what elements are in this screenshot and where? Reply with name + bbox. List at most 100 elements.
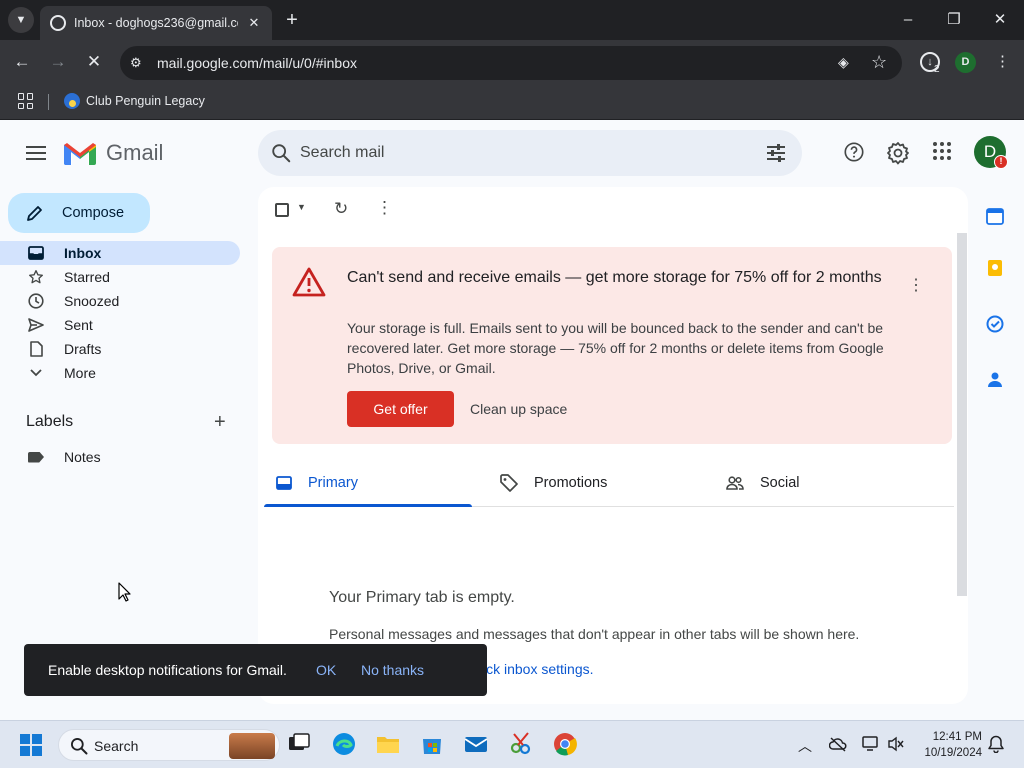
microsoft-store-icon[interactable] — [419, 731, 445, 757]
chrome-browser-icon[interactable] — [552, 731, 578, 757]
mail-nav: Inbox Starred Snoozed Sent Drafts More — [0, 241, 256, 385]
gmail-logo[interactable]: Gmail — [64, 140, 163, 166]
create-label-icon[interactable]: + — [214, 411, 226, 434]
edge-browser-icon[interactable] — [331, 731, 357, 757]
snipping-tool-icon[interactable] — [508, 731, 534, 757]
apps-shortcut-icon[interactable] — [18, 93, 34, 109]
tab-promotions[interactable]: Promotions — [500, 459, 607, 507]
toast-message: Enable desktop notifications for Gmail. — [48, 662, 287, 678]
label-tag-icon — [28, 451, 44, 463]
search-bar[interactable] — [258, 130, 802, 176]
back-button[interactable]: ← — [11, 51, 33, 73]
tab-social[interactable]: Social — [726, 459, 800, 507]
site-info-icon[interactable]: ⚙ — [130, 55, 142, 71]
address-bar[interactable]: ⚙ mail.google.com/mail/u/0/#inbox ◈ ☆ — [120, 46, 902, 80]
new-tab-button[interactable]: + — [282, 9, 302, 31]
refresh-icon[interactable]: ↻ — [334, 199, 348, 219]
tab-label: Promotions — [534, 475, 608, 491]
main-menu-icon[interactable] — [26, 146, 46, 160]
tab-label: Social — [760, 475, 800, 491]
storage-full-banner: Can't send and receive emails — get more… — [272, 247, 952, 444]
gmail-favicon-icon — [50, 15, 66, 31]
search-icon — [71, 738, 88, 755]
onedrive-icon[interactable] — [829, 736, 847, 752]
draft-icon — [28, 341, 44, 357]
settings-gear-icon[interactable] — [886, 141, 910, 165]
clean-up-space-button[interactable]: Clean up space — [470, 401, 567, 417]
tab-primary[interactable]: Primary — [276, 459, 358, 507]
browser-profile-avatar[interactable]: D — [955, 52, 976, 73]
tag-icon — [500, 474, 518, 492]
forward-button[interactable]: → — [47, 51, 69, 73]
banner-body: Your storage is full. Emails sent to you… — [347, 320, 884, 376]
tab-title: Inbox - doghogs236@gmail.com - Gmail — [74, 16, 238, 30]
volume-muted-icon[interactable] — [887, 736, 905, 752]
tab-search-button[interactable]: ▼ — [8, 7, 34, 33]
label-item-notes[interactable]: Notes — [28, 449, 101, 465]
system-clock[interactable]: 12:41 PM 10/19/2024 — [916, 729, 982, 761]
mail-app-icon[interactable] — [463, 731, 489, 757]
nav-label: Starred — [64, 269, 110, 285]
active-tab-indicator — [264, 504, 472, 507]
show-hidden-icons-chevron-icon[interactable]: ︿ — [798, 736, 812, 756]
tasks-icon[interactable] — [986, 315, 1004, 333]
window-close-button[interactable]: ✕ — [990, 10, 1010, 30]
nav-item-inbox[interactable]: Inbox — [0, 241, 240, 265]
inbox-settings-link[interactable]: ick inbox settings. — [483, 661, 594, 677]
inbox-icon — [28, 246, 44, 260]
empty-state-title: Your Primary tab is empty. — [329, 589, 515, 606]
task-view-icon[interactable] — [286, 731, 312, 757]
bookmark-star-icon[interactable]: ☆ — [871, 52, 887, 73]
bookmark-club-penguin[interactable]: Club Penguin Legacy — [64, 93, 205, 109]
file-explorer-icon[interactable] — [375, 731, 401, 757]
close-tab-icon[interactable]: ✕ — [246, 15, 262, 31]
restore-button[interactable]: ❐ — [944, 10, 964, 30]
minimize-button[interactable]: – — [898, 10, 918, 30]
start-button-icon[interactable] — [20, 734, 42, 756]
star-icon — [28, 269, 44, 285]
search-options-icon[interactable] — [765, 143, 787, 163]
select-options-caret-icon[interactable]: ▼ — [297, 202, 306, 212]
network-icon[interactable] — [861, 736, 879, 752]
send-icon — [28, 318, 44, 332]
category-tabs: Primary Promotions Social — [264, 459, 954, 507]
get-offer-button[interactable]: Get offer — [347, 391, 454, 427]
search-input[interactable] — [300, 141, 740, 165]
google-lens-icon[interactable]: ◈ — [838, 54, 849, 71]
mouse-pointer-icon — [118, 582, 131, 602]
browser-menu-icon[interactable]: ⋮ — [995, 52, 1010, 70]
bookmark-label: Club Penguin Legacy — [86, 94, 205, 108]
search-icon[interactable] — [270, 142, 292, 164]
help-icon[interactable] — [843, 141, 865, 163]
contacts-icon[interactable] — [986, 370, 1004, 388]
banner-title: Can't send and receive emails — get more… — [347, 269, 882, 286]
select-all-checkbox[interactable] — [275, 203, 289, 217]
nav-item-snoozed[interactable]: Snoozed — [0, 289, 240, 313]
banner-more-icon[interactable]: ⋮ — [908, 275, 924, 295]
clock-time: 12:41 PM — [932, 731, 982, 743]
compose-button[interactable]: Compose — [8, 193, 150, 233]
nav-label: More — [64, 365, 96, 381]
labels-heading: Labels — [26, 413, 74, 430]
nav-item-more[interactable]: More — [0, 361, 240, 385]
mail-list-panel: ▼ ↻ ⋮ Can't send and receive emails — ge… — [258, 187, 968, 704]
toast-no-thanks-button[interactable]: No thanks — [361, 662, 424, 678]
keep-icon[interactable] — [986, 259, 1004, 277]
vertical-scrollbar[interactable] — [957, 233, 967, 596]
browser-tab-inbox[interactable]: Inbox - doghogs236@gmail.com - Gmail ✕ — [40, 6, 272, 40]
toast-ok-button[interactable]: OK — [316, 662, 336, 678]
stop-loading-button[interactable]: ✕ — [83, 51, 105, 73]
nav-item-drafts[interactable]: Drafts — [0, 337, 240, 361]
calendar-icon[interactable] — [986, 207, 1004, 225]
notification-bell-icon[interactable] — [988, 735, 1004, 753]
nav-item-sent[interactable]: Sent — [0, 313, 240, 337]
google-apps-icon[interactable] — [932, 141, 952, 161]
bookmarks-divider — [48, 94, 49, 110]
nav-label: Drafts — [64, 341, 102, 357]
url-text[interactable]: mail.google.com/mail/u/0/#inbox — [157, 55, 357, 71]
pencil-icon — [27, 206, 42, 221]
taskbar-search-box[interactable]: Search — [58, 729, 280, 761]
more-actions-icon[interactable]: ⋮ — [376, 198, 393, 218]
nav-label: Snoozed — [64, 293, 120, 309]
nav-item-starred[interactable]: Starred — [0, 265, 240, 289]
